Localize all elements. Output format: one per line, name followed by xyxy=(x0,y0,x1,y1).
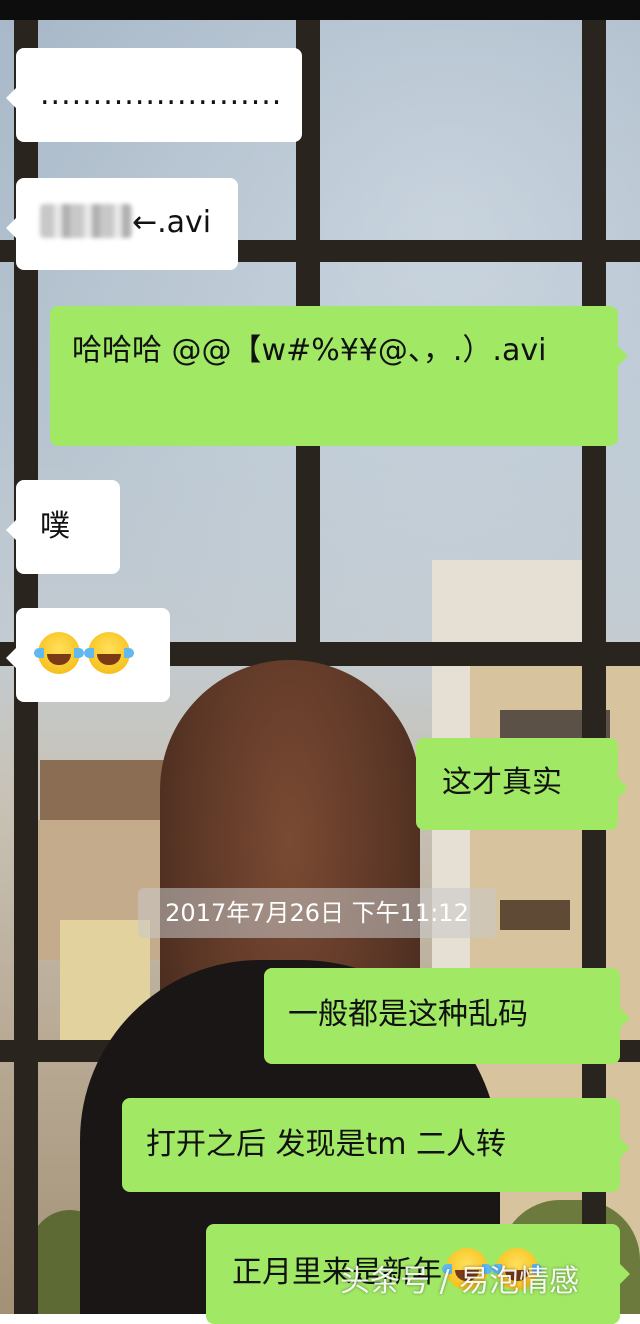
message-text: 哈哈哈 @@【w#%¥¥@、，.）.avi xyxy=(72,333,547,368)
tears-of-joy-emoji-icon xyxy=(84,632,134,674)
message-text: ←.avi xyxy=(132,205,212,240)
message-bubble-sent[interactable]: 打开之后 发现是tm 二人转 xyxy=(122,1098,630,1192)
message-text: 噗 xyxy=(40,509,70,544)
watermark: 头条号 / 易泡情感 xyxy=(340,1264,580,1299)
chat-timestamp: 2017年7月26日 下午11:12 xyxy=(138,888,496,938)
message-text: 打开之后 发现是tm 二人转 xyxy=(146,1127,507,1162)
message-bubble-sent[interactable]: 一般都是这种乱码 xyxy=(264,968,630,1064)
message-bubble-received[interactable]: ....................... xyxy=(6,48,302,142)
message-bubble-received[interactable] xyxy=(6,608,170,702)
message-bubble-sent[interactable]: 这才真实 xyxy=(416,738,628,830)
message-bubble-received[interactable]: 噗 xyxy=(6,480,120,574)
building-sign xyxy=(500,900,570,930)
message-text: ....................... xyxy=(40,77,283,112)
message-text: 这才真实 xyxy=(442,765,562,800)
status-bar xyxy=(0,0,640,20)
message-bubble-sent[interactable]: 哈哈哈 @@【w#%¥¥@、，.）.avi xyxy=(50,306,628,446)
message-bubble-received[interactable]: ←.avi xyxy=(6,178,238,270)
blurred-text xyxy=(40,204,132,238)
message-text: 一般都是这种乱码 xyxy=(288,997,528,1032)
tears-of-joy-emoji-icon xyxy=(34,632,84,674)
